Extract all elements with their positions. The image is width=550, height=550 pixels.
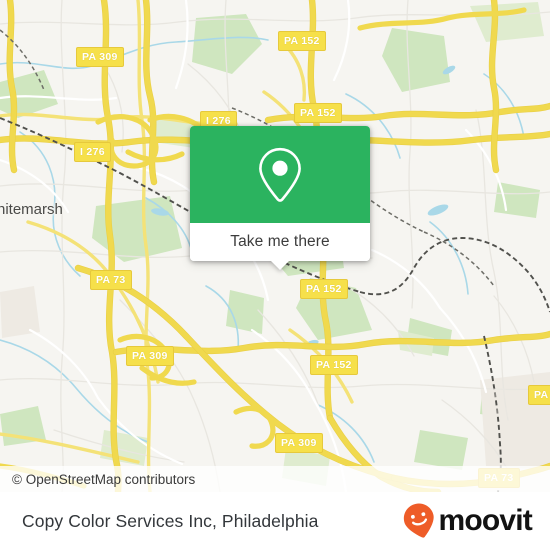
map-pin-icon xyxy=(259,147,301,202)
road-shield-pa309[interactable]: PA 309 xyxy=(126,346,174,366)
moovit-map-page: .land { fill:#f6f5f1; } .park { fill:#cf… xyxy=(0,0,550,550)
take-me-there-label: Take me there xyxy=(230,233,330,250)
road-shield-pa152[interactable]: PA 152 xyxy=(294,103,342,123)
attribution-text[interactable]: © OpenStreetMap contributors xyxy=(12,472,195,487)
road-shield-pa152[interactable]: PA 152 xyxy=(278,31,326,51)
map-canvas[interactable]: .land { fill:#f6f5f1; } .park { fill:#cf… xyxy=(0,0,550,492)
road-shield-pa-clipped[interactable]: PA xyxy=(528,385,550,405)
road-shield-pa309[interactable]: PA 309 xyxy=(275,433,323,453)
place-label-whitemarsh: hitemarsh xyxy=(0,201,63,218)
moovit-wordmark: moovit xyxy=(438,504,532,537)
road-shield-pa152[interactable]: PA 152 xyxy=(310,355,358,375)
moovit-smiley-pin-icon xyxy=(404,503,435,538)
take-me-there-button[interactable]: Take me there xyxy=(190,223,370,261)
road-shield-pa152[interactable]: PA 152 xyxy=(300,279,348,299)
location-popup-card[interactable]: Take me there xyxy=(190,126,370,270)
page-footer: Copy Color Services Inc, Philadelphia mo… xyxy=(0,492,550,550)
moovit-logo[interactable]: moovit xyxy=(402,502,533,540)
page-title: Copy Color Services Inc, Philadelphia xyxy=(22,510,319,531)
road-shield-i276[interactable]: I 276 xyxy=(74,142,111,162)
popup-pointer-tail xyxy=(271,261,289,270)
popup-header xyxy=(190,126,370,223)
road-shield-pa309[interactable]: PA 309 xyxy=(76,47,124,67)
road-shield-pa73[interactable]: PA 73 xyxy=(90,270,132,290)
map-attribution-bar: © OpenStreetMap contributors xyxy=(0,466,550,492)
